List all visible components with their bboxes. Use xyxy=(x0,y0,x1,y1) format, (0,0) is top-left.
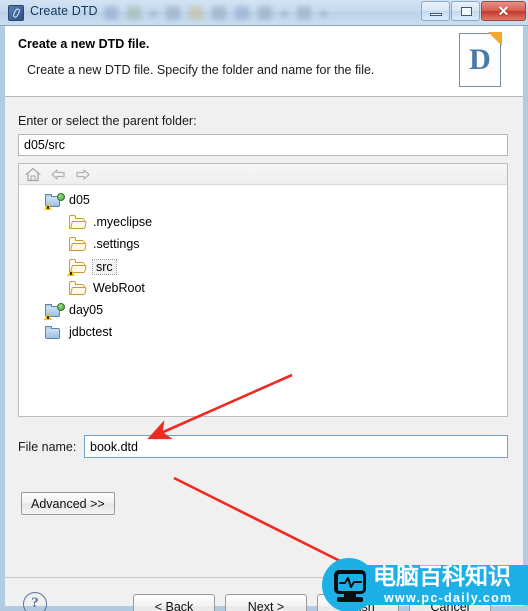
tree-item-label: .myeclipse xyxy=(93,215,153,229)
blurred-icon xyxy=(281,9,288,17)
blurred-icon xyxy=(212,6,226,20)
forward-arrow-icon[interactable] xyxy=(75,167,91,182)
tree-item-day05[interactable]: day05 xyxy=(19,300,507,322)
tree-item-label: WebRoot xyxy=(93,281,145,295)
blurred-icon xyxy=(297,6,311,20)
project-folder-icon xyxy=(43,302,65,320)
monitor-foot xyxy=(337,597,363,602)
help-icon[interactable]: ? xyxy=(23,592,47,611)
tree-item-settings[interactable]: .settings xyxy=(19,234,507,256)
project-folder-icon xyxy=(43,324,65,342)
site-watermark: 电脑百科知识 www.pc-daily.com xyxy=(322,558,528,611)
blurred-icon xyxy=(189,6,203,20)
tree-item-d05[interactable]: d05 xyxy=(19,190,507,212)
tree-toolbar xyxy=(19,164,507,185)
close-icon: ✕ xyxy=(497,3,510,19)
folder-warning-icon xyxy=(67,258,89,276)
blurred-icon xyxy=(235,6,249,20)
monitor-icon xyxy=(334,570,366,594)
dtd-document-icon: D xyxy=(459,32,502,87)
minimize-icon xyxy=(430,13,442,16)
document-letter: D xyxy=(469,43,491,76)
tree-item-myeclipse[interactable]: .myeclipse xyxy=(19,212,507,234)
tree-item-label: src xyxy=(92,259,117,275)
blurred-icon xyxy=(150,9,157,17)
monitor-screen xyxy=(337,573,363,591)
tree-item-src[interactable]: src xyxy=(19,256,507,278)
maximize-button[interactable] xyxy=(451,1,480,21)
file-name-label: File name: xyxy=(18,440,77,454)
window-titlebar: Create DTD ✕ xyxy=(0,0,528,26)
wizard-description: Create a new DTD file. Specify the folde… xyxy=(27,63,375,77)
file-name-input[interactable] xyxy=(84,435,508,458)
window-title: Create DTD xyxy=(30,4,98,18)
blurred-icon xyxy=(166,6,180,20)
tree-item-label: d05 xyxy=(69,193,90,207)
tree-item-label: day05 xyxy=(69,303,104,317)
folder-icon xyxy=(67,280,89,298)
blurred-icon xyxy=(127,6,141,20)
project-folder-icon xyxy=(43,192,65,210)
watermark-brand: 电脑百科知识 xyxy=(373,564,511,590)
folder-tree-panel[interactable]: d05 .myeclipse .settings src WebRoot day… xyxy=(18,163,508,417)
dtd-app-icon xyxy=(8,5,24,21)
folder-icon xyxy=(67,236,89,254)
back-button[interactable]: < Back xyxy=(133,594,215,611)
home-icon[interactable] xyxy=(25,167,41,182)
advanced-button[interactable]: Advanced >> xyxy=(21,492,115,515)
blurred-icon xyxy=(320,9,327,17)
parent-folder-label: Enter or select the parent folder: xyxy=(18,114,197,128)
tree-item-webroot[interactable]: WebRoot xyxy=(19,278,507,300)
tree-item-label: .settings xyxy=(93,237,140,251)
document-fold-corner xyxy=(488,32,502,46)
tree-list: d05 .myeclipse .settings src WebRoot day… xyxy=(19,185,507,344)
blurred-icon xyxy=(104,6,118,20)
back-arrow-icon[interactable] xyxy=(50,167,66,182)
close-button[interactable]: ✕ xyxy=(481,1,526,21)
maximize-icon xyxy=(461,7,472,16)
minimize-button[interactable] xyxy=(421,1,450,21)
watermark-url: www.pc-daily.com xyxy=(384,591,513,605)
folder-icon xyxy=(67,214,89,232)
tree-item-jdbctest[interactable]: jdbctest xyxy=(19,322,507,344)
create-dtd-dialog: Create DTD ✕ Create a new DTD file. Crea… xyxy=(0,0,528,611)
window-controls: ✕ xyxy=(420,1,526,21)
dialog-body: Create a new DTD file. Create a new DTD … xyxy=(0,26,528,611)
tree-item-label: jdbctest xyxy=(69,325,113,339)
wizard-header: Create a new DTD file. Create a new DTD … xyxy=(5,26,523,97)
background-toolbar-blur xyxy=(100,1,424,25)
wizard-title: Create a new DTD file. xyxy=(18,37,150,51)
blurred-icon xyxy=(258,6,272,20)
next-button[interactable]: Next > xyxy=(225,594,307,611)
parent-folder-input[interactable] xyxy=(18,134,508,156)
